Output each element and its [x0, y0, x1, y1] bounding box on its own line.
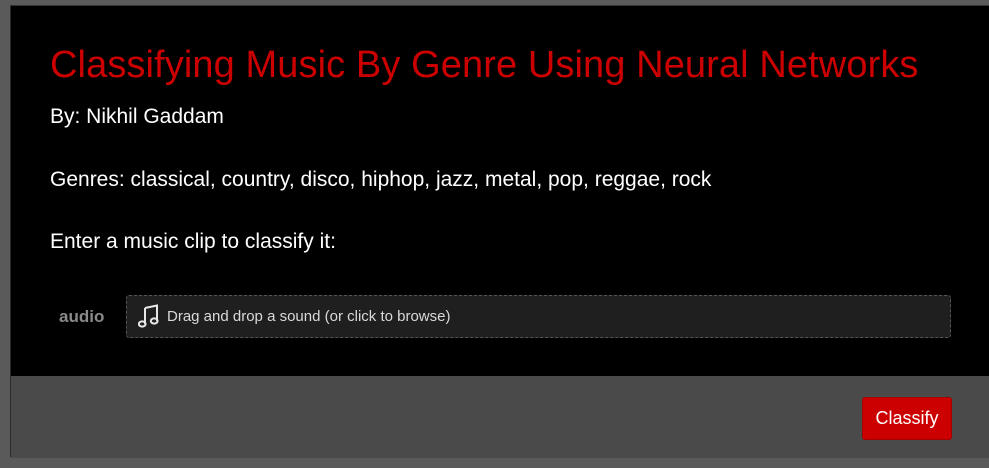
- page-title: Classifying Music By Genre Using Neural …: [50, 44, 919, 86]
- instructions-text: Enter a music clip to classify it:: [50, 230, 336, 253]
- audio-field-label: audio: [59, 307, 105, 326]
- genres-list: Genres: classical, country, disco, hipho…: [50, 168, 712, 191]
- audio-dropzone[interactable]: Drag and drop a sound (or click to brows…: [126, 295, 951, 338]
- footer-bar: Classify: [11, 376, 989, 458]
- dropzone-label: Drag and drop a sound (or click to brows…: [167, 308, 451, 325]
- classify-button[interactable]: Classify: [862, 397, 952, 440]
- app-window: Classifying Music By Genre Using Neural …: [10, 5, 989, 458]
- music-note-icon: [137, 304, 160, 328]
- author-byline: By: Nikhil Gaddam: [50, 105, 224, 128]
